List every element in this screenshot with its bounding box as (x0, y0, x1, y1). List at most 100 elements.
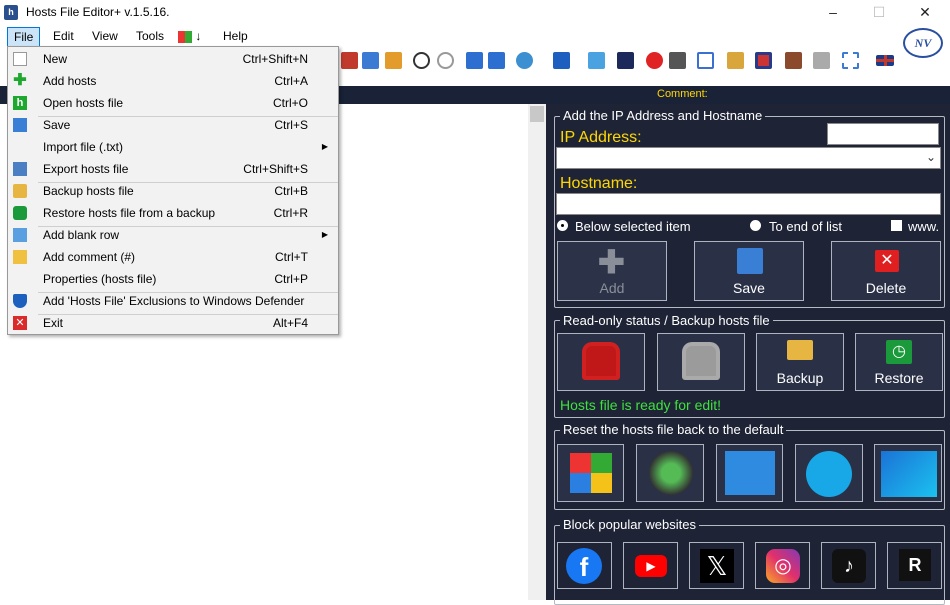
file-menu-item-shortcut: Ctrl+P (274, 272, 308, 286)
file-menu-item-shortcut: Ctrl+T (275, 250, 308, 264)
export-icon (13, 162, 27, 176)
globe-icon[interactable] (516, 52, 533, 69)
ip-combo[interactable]: ⌄ (556, 147, 941, 169)
file-menu-item-open[interactable]: h Open hosts file Ctrl+O (8, 92, 338, 114)
shield-icon[interactable] (553, 52, 570, 69)
scrollbar-thumb[interactable] (530, 106, 544, 122)
reset-windows-8-button[interactable] (795, 444, 863, 502)
chevron-down-icon[interactable]: ⌄ (926, 150, 936, 164)
add-button[interactable]: ✚ Add (557, 241, 667, 301)
hostname-field[interactable] (556, 193, 941, 215)
radio-below-selected[interactable] (557, 220, 568, 231)
block-x-button[interactable]: 𝕏 (689, 542, 744, 589)
file-menu-item-import[interactable]: Import file (.txt) ▶ (8, 136, 338, 158)
toolbar-icon-1[interactable] (341, 52, 358, 69)
star-icon[interactable] (617, 52, 634, 69)
arrow-down-icon[interactable] (488, 52, 505, 69)
block-tiktok-button[interactable]: ♪ (821, 542, 876, 589)
menu-windows-arrow: ↓ (195, 29, 202, 43)
block-instagram-button[interactable]: ◎ (755, 542, 810, 589)
restore-clock-icon: ◷ (886, 340, 912, 364)
menu-windows[interactable]: ↓ (172, 27, 207, 46)
save-button-label: Save (733, 280, 765, 296)
file-menu-item-label: Properties (hosts file) (43, 272, 157, 286)
windows-vista-icon (649, 451, 693, 495)
gray-unlock-icon (682, 342, 720, 380)
instagram-icon: ◎ (766, 549, 800, 583)
flag-icon[interactable] (755, 52, 772, 69)
layout-icon[interactable] (697, 52, 714, 69)
close-button[interactable]: ✕ (902, 0, 948, 25)
file-menu-item-restore[interactable]: Restore hosts file from a backup Ctrl+R (8, 202, 338, 224)
file-menu-item-blank-row[interactable]: Add blank row ▶ (8, 224, 338, 246)
block-facebook-button[interactable]: f (557, 542, 612, 589)
file-menu-item-shortcut: Ctrl+Shift+N (242, 52, 308, 66)
add-button-label: Add (599, 280, 625, 296)
exit-icon: ✕ (13, 316, 27, 330)
network-icon[interactable] (588, 52, 605, 69)
block-roblox-button[interactable]: R (887, 542, 942, 589)
file-menu-item-label: Save (43, 118, 71, 132)
file-menu-item-defender[interactable]: Add 'Hosts File' Exclusions to Windows D… (8, 290, 338, 312)
hostname-label: Hostname: (560, 175, 638, 192)
edit-icon[interactable] (727, 52, 744, 69)
file-menu-item-save[interactable]: Save Ctrl+S (8, 114, 338, 136)
menu-tools[interactable]: Tools (130, 27, 170, 46)
reset-windows-10-11-button[interactable] (874, 444, 942, 502)
box-icon[interactable] (785, 52, 802, 69)
file-menu-item-export[interactable]: Export hosts file Ctrl+Shift+S (8, 158, 338, 180)
share-icon[interactable] (669, 52, 686, 69)
reset-windows-vista-button[interactable] (636, 444, 704, 502)
file-menu-item-add-hosts[interactable]: ✚ Add hosts Ctrl+A (8, 70, 338, 92)
check-circle-icon[interactable] (413, 52, 430, 69)
backup-icon (13, 184, 27, 198)
tiktok-icon: ♪ (832, 549, 866, 583)
maximize-button[interactable]: ☐ (856, 0, 902, 25)
menu-file[interactable]: File (7, 27, 41, 47)
www-checkbox[interactable] (891, 220, 902, 231)
green-plus-icon: ✚ (13, 72, 27, 89)
windows-8-icon (806, 451, 852, 497)
menu-view[interactable]: View (86, 27, 124, 46)
menu-help[interactable]: Help (217, 27, 254, 46)
grid-scrollbar[interactable] (528, 104, 546, 600)
delete-button[interactable]: ✕ Delete (831, 241, 941, 301)
file-menu-item-backup[interactable]: Backup hosts file Ctrl+B (8, 180, 338, 202)
plus-icon: ✚ (598, 244, 625, 280)
ip-icon[interactable] (646, 52, 663, 69)
minimize-button[interactable]: – (810, 0, 856, 25)
file-menu-item-add-comment[interactable]: Add comment (#) Ctrl+T (8, 246, 338, 268)
save-button[interactable]: Save (694, 241, 804, 301)
check-circle-gray-icon[interactable] (437, 52, 454, 69)
lock-readonly-button[interactable] (557, 333, 645, 391)
youtube-icon: ▶ (635, 555, 667, 577)
x-twitter-icon: 𝕏 (700, 549, 734, 583)
arrow-up-icon[interactable] (466, 52, 483, 69)
ip-field[interactable] (827, 123, 939, 145)
file-menu-item-new[interactable]: New Ctrl+Shift+N (8, 48, 338, 70)
block-youtube-button[interactable]: ▶ (623, 542, 678, 589)
reset-windows-7-button[interactable] (716, 444, 783, 502)
expand-icon[interactable] (842, 52, 859, 69)
file-menu-item-label: New (43, 52, 68, 66)
menu-edit[interactable]: Edit (47, 27, 80, 46)
toolbar-icon-2[interactable] (362, 52, 379, 69)
floppy-icon (13, 118, 27, 132)
lock-icon[interactable] (813, 52, 830, 69)
toolbar-icon-3[interactable] (385, 52, 402, 69)
shield-icon (13, 294, 27, 308)
file-menu-item-label: Open hosts file (43, 96, 124, 110)
radio-end-of-list[interactable] (750, 220, 761, 231)
restore-button[interactable]: ◷ Restore (855, 333, 943, 391)
file-menu-item-exit[interactable]: ✕ Exit Alt+F4 (8, 312, 338, 334)
reset-group-title: Reset the hosts file back to the default (560, 422, 787, 437)
restore-button-label: Restore (874, 370, 924, 386)
unlock-button[interactable] (657, 333, 745, 391)
file-menu-item-shortcut: Ctrl+O (272, 96, 308, 110)
file-menu-item-properties[interactable]: Properties (hosts file) Ctrl+P (8, 268, 338, 290)
uk-flag-icon[interactable] (876, 55, 894, 66)
delete-button-label: Delete (865, 280, 907, 296)
backup-button[interactable]: Backup (756, 333, 844, 391)
reset-windows-xp-button[interactable] (557, 444, 624, 502)
file-menu-item-shortcut: Alt+F4 (272, 316, 308, 330)
